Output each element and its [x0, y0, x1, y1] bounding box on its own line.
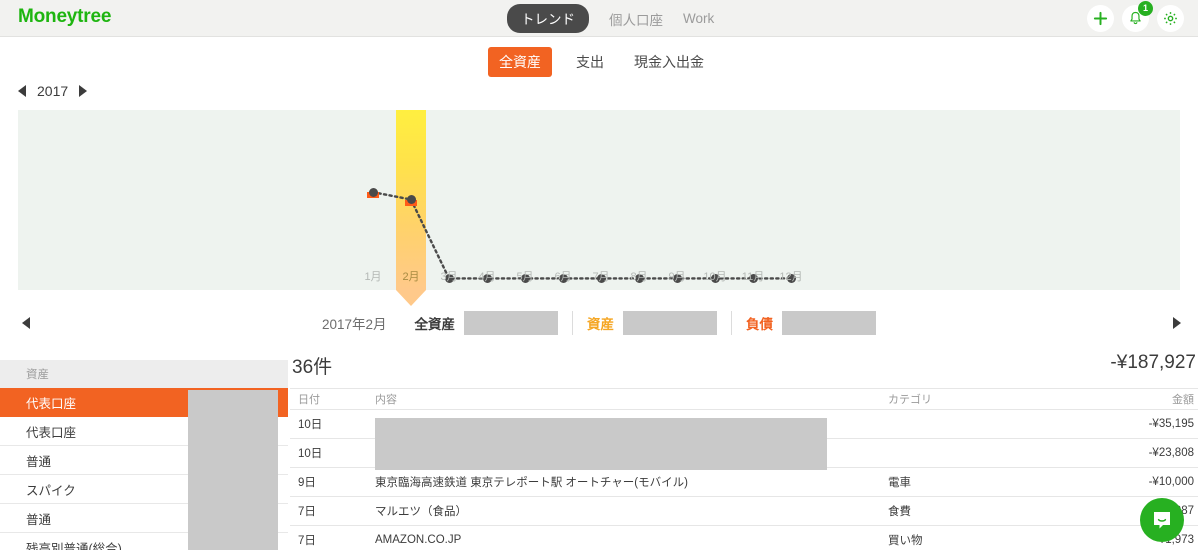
- summary-period: 2017年2月: [321, 317, 387, 332]
- notifications-button[interactable]: 1: [1122, 1, 1153, 32]
- transaction-category: 食費: [888, 506, 911, 518]
- chart-month-label[interactable]: 12月: [771, 268, 811, 284]
- subtab-all-assets[interactable]: 全資産: [488, 47, 552, 77]
- transaction-amount: -¥23,808: [1148, 447, 1194, 459]
- chart-data-point[interactable]: [368, 187, 378, 197]
- summary-total-assets: 全資産: [401, 311, 559, 335]
- summary-total-assets-label: 全資産: [414, 317, 456, 332]
- period-next-icon[interactable]: [1173, 317, 1181, 329]
- transaction-date: 7日: [298, 535, 316, 547]
- chart-month-label[interactable]: 9月: [657, 268, 697, 284]
- top-icon-group: 1: [1087, 1, 1184, 32]
- period-summary-bar: 2017年2月 全資産 資産 負債: [0, 300, 1198, 346]
- app-root: Moneytree トレンド 個人口座 Work 1 全資産 支出 現金入出金 …: [0, 0, 1198, 550]
- table-row[interactable]: 9日 東京臨海高速鉄道 東京テレポート駅 オートチャー(モバイル) 電車 -¥10,0…: [290, 468, 1198, 497]
- sidebar-redaction-block: [188, 390, 278, 550]
- chart-month-label[interactable]: 4月: [467, 268, 507, 284]
- summary-debt-label: 負債: [746, 317, 774, 332]
- intercom-chat-button[interactable]: [1140, 498, 1184, 542]
- year-selector: 2017: [18, 83, 88, 99]
- chat-bubble-icon: [1154, 512, 1170, 529]
- tab-work[interactable]: Work: [683, 11, 714, 26]
- chart-month-label[interactable]: 11月: [733, 268, 773, 284]
- transaction-amount: -¥1,973: [1154, 534, 1194, 546]
- year-label: 2017: [37, 83, 69, 99]
- transactions-total: -¥187,927: [1110, 352, 1196, 373]
- transaction-date: 7日: [298, 506, 316, 518]
- year-next-icon[interactable]: [79, 85, 88, 97]
- transaction-description: 東京臨海高速鉄道 東京テレポート駅 オートチャー(モバイル): [375, 477, 688, 489]
- transaction-description: AMAZON.CO.JP: [375, 534, 462, 546]
- transaction-amount: -¥35,195: [1148, 418, 1194, 430]
- asset-trend-chart[interactable]: 1月 2月 3月 4月 5月 6月 7月 8月 9月 10月 11月 12月: [18, 110, 1180, 306]
- brand-logo[interactable]: Moneytree: [18, 6, 111, 28]
- summary-assets-value: [623, 311, 718, 335]
- summary-total-assets-value: [464, 311, 559, 335]
- table-row[interactable]: 7日マルエツ（食品）食費-¥1,387: [290, 497, 1198, 526]
- transaction-description: マルエツ（食品）: [375, 506, 467, 518]
- year-prev-icon[interactable]: [18, 85, 26, 97]
- chart-month-label[interactable]: 6月: [543, 268, 583, 284]
- chart-month-label[interactable]: 5月: [505, 268, 545, 284]
- transaction-date: 10日: [298, 419, 323, 431]
- plus-icon: [1093, 11, 1108, 26]
- top-bar: Moneytree トレンド 個人口座 Work 1: [0, 0, 1198, 37]
- column-header-category: カテゴリ: [888, 394, 932, 406]
- transaction-amount: -¥10,000: [1148, 476, 1194, 488]
- transaction-date: 10日: [298, 448, 323, 460]
- transaction-category: 電車: [888, 477, 911, 489]
- chart-month-label[interactable]: 7月: [581, 268, 621, 284]
- settings-button[interactable]: [1157, 5, 1184, 32]
- summary-content: 2017年2月 全資産 資産 負債: [0, 311, 1198, 335]
- column-header-date: 日付: [298, 394, 320, 406]
- chart-month-label[interactable]: 8月: [619, 268, 659, 284]
- sub-tab-bar: 全資産 支出 現金入出金: [0, 46, 1198, 78]
- summary-assets: 資産: [572, 311, 718, 335]
- transaction-category: 買い物: [888, 535, 923, 547]
- subtab-cash-flow[interactable]: 現金入出金: [628, 48, 710, 76]
- transactions-panel: 36件 -¥187,927 日付 内容 カテゴリ 金額 10日 -¥35,195 1…: [290, 352, 1198, 550]
- tab-personal-account[interactable]: 個人口座: [609, 9, 663, 29]
- tab-trend[interactable]: トレンド: [507, 4, 589, 33]
- transactions-summary: 36件 -¥187,927: [290, 352, 1198, 388]
- chart-month-label[interactable]: 2月: [391, 268, 431, 284]
- transactions-header-row: 日付 内容 カテゴリ 金額: [290, 388, 1198, 410]
- main-nav-tabs: トレンド 個人口座 Work: [507, 0, 714, 37]
- transaction-date: 9日: [298, 477, 316, 489]
- subtab-expenses[interactable]: 支出: [570, 48, 610, 76]
- table-row[interactable]: 7日 AMAZON.CO.JP 買い物 -¥1,973: [290, 526, 1198, 550]
- add-button[interactable]: [1087, 5, 1114, 32]
- chart-month-label[interactable]: 1月: [353, 268, 393, 284]
- transactions-redaction-block: [375, 418, 827, 470]
- sidebar-header: 資産: [0, 360, 288, 388]
- gear-icon: [1164, 12, 1177, 25]
- notification-badge: 1: [1138, 1, 1153, 16]
- chart-data-point[interactable]: [406, 195, 416, 204]
- column-header-amount: 金額: [1172, 394, 1194, 406]
- column-header-description: 内容: [375, 394, 397, 406]
- chart-trend-line: [371, 190, 793, 280]
- summary-assets-label: 資産: [587, 317, 615, 332]
- summary-debt-value: [782, 311, 877, 335]
- chart-month-label[interactable]: 3月: [429, 268, 469, 284]
- chart-month-label[interactable]: 10月: [695, 268, 735, 284]
- transactions-count: 36件: [292, 357, 333, 378]
- summary-debt: 負債: [731, 311, 877, 335]
